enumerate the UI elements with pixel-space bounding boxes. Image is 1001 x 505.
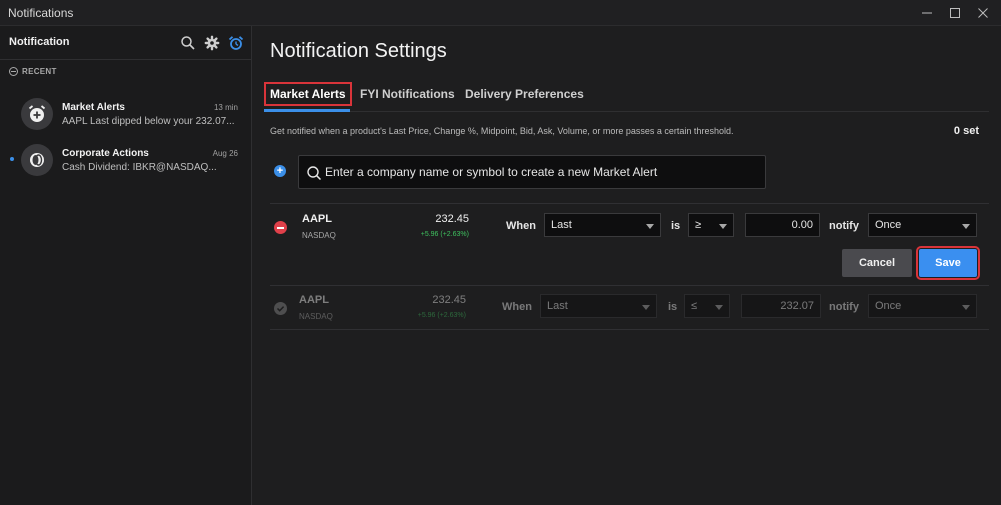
- alert-row: AAPL NASDAQ 232.45 +5.96 (+2.63%) When L…: [270, 292, 989, 326]
- when-label: When: [506, 220, 536, 232]
- gear-icon[interactable]: [204, 35, 220, 51]
- notification-title: Corporate Actions: [62, 148, 149, 159]
- alert-change: +5.96 (+2.63%): [417, 312, 466, 319]
- alert-set-count: 0 set: [953, 125, 979, 137]
- chevron-down-icon: [719, 224, 727, 229]
- notification-sidebar: Notification RECENT Market Alerts 13 min…: [0, 26, 252, 505]
- corporate-actions-icon: [21, 144, 53, 176]
- maximize-icon[interactable]: [946, 4, 964, 22]
- tab-fyi-notifications[interactable]: FYI Notifications: [356, 84, 459, 104]
- search-icon: [306, 165, 322, 181]
- search-icon[interactable]: [180, 35, 196, 51]
- add-alert-button[interactable]: +: [274, 165, 286, 177]
- tab-delivery-preferences[interactable]: Delivery Preferences: [461, 84, 588, 104]
- page-title: Notification Settings: [270, 40, 447, 62]
- frequency-select[interactable]: Once: [868, 294, 977, 318]
- alarm-icon[interactable]: [228, 35, 244, 51]
- field-value: Last: [547, 300, 568, 312]
- frequency-select[interactable]: Once: [868, 213, 977, 237]
- unread-indicator: [10, 157, 14, 161]
- notification-item-market-alerts[interactable]: Market Alerts 13 min AAPL Last dipped be…: [0, 98, 251, 144]
- save-button[interactable]: Save: [916, 246, 980, 280]
- chevron-down-icon: [646, 224, 654, 229]
- notification-time: 13 min: [213, 103, 238, 112]
- alert-symbol: AAPL: [302, 213, 332, 225]
- remove-alert-button[interactable]: [274, 221, 287, 234]
- alarm-plus-icon: [21, 98, 53, 130]
- notification-title: Market Alerts: [62, 102, 125, 113]
- window-titlebar: Notifications: [0, 0, 1001, 26]
- threshold-input[interactable]: 232.07: [741, 294, 821, 318]
- notification-body: Cash Dividend: IBKR@NASDAQ...: [62, 162, 217, 173]
- operator-value: ≥: [695, 219, 702, 231]
- chevron-down-icon: [642, 305, 650, 310]
- field-value: Last: [551, 219, 572, 231]
- alert-symbol: AAPL: [299, 294, 329, 306]
- settings-tabs: Market Alerts FYI Notifications Delivery…: [264, 82, 989, 112]
- sidebar-title: Notification: [9, 36, 70, 48]
- row-divider: [270, 329, 989, 330]
- tab-market-alerts[interactable]: Market Alerts: [264, 82, 352, 106]
- chevron-down-icon: [962, 305, 970, 310]
- threshold-input[interactable]: 0.00: [745, 213, 820, 237]
- close-icon[interactable]: [974, 4, 992, 22]
- notify-label: notify: [829, 220, 859, 232]
- is-label: is: [668, 301, 678, 313]
- field-select[interactable]: Last: [544, 213, 661, 237]
- window-title: Notifications: [8, 6, 74, 20]
- alert-exchange: NASDAQ: [302, 231, 336, 240]
- is-label: is: [671, 220, 681, 232]
- settings-panel: Notification Settings Market Alerts FYI …: [252, 26, 1001, 505]
- recent-label: RECENT: [22, 67, 57, 76]
- field-select[interactable]: Last: [540, 294, 657, 318]
- alert-exchange: NASDAQ: [299, 312, 333, 321]
- chevron-down-icon: [962, 224, 970, 229]
- symbol-search-input[interactable]: Enter a company name or symbol to create…: [298, 155, 766, 189]
- operator-select[interactable]: ≤: [684, 294, 730, 318]
- active-tab-indicator: [264, 109, 350, 112]
- frequency-value: Once: [875, 300, 902, 312]
- when-label: When: [502, 301, 532, 313]
- minimize-icon[interactable]: [918, 4, 936, 22]
- alert-price: 232.45: [435, 213, 469, 225]
- chevron-down-icon: [715, 305, 723, 310]
- notify-label: notify: [829, 301, 859, 313]
- frequency-value: Once: [875, 219, 902, 231]
- market-alerts-description: Get notified when a product's Last Price…: [270, 126, 734, 136]
- cancel-button[interactable]: Cancel: [842, 249, 912, 277]
- notification-item-corporate-actions[interactable]: Corporate Actions Aug 26 Cash Dividend: …: [0, 144, 251, 190]
- collapse-icon: [9, 67, 18, 76]
- alert-price: 232.45: [432, 294, 466, 306]
- notification-body: AAPL Last dipped below your 232.07...: [62, 116, 235, 127]
- row-divider: [270, 285, 989, 286]
- operator-select[interactable]: ≥: [688, 213, 734, 237]
- recent-section-header[interactable]: RECENT: [9, 67, 57, 76]
- notification-time: Aug 26: [212, 149, 238, 158]
- tabs-divider: [264, 111, 989, 112]
- operator-value: ≤: [691, 300, 698, 312]
- sidebar-header: Notification: [0, 26, 251, 60]
- check-icon[interactable]: [274, 302, 287, 315]
- alert-change: +5.96 (+2.63%): [420, 231, 469, 238]
- alert-row: AAPL NASDAQ 232.45 +5.96 (+2.63%) When L…: [270, 211, 989, 245]
- search-placeholder: Enter a company name or symbol to create…: [325, 165, 658, 179]
- row-divider: [270, 203, 989, 204]
